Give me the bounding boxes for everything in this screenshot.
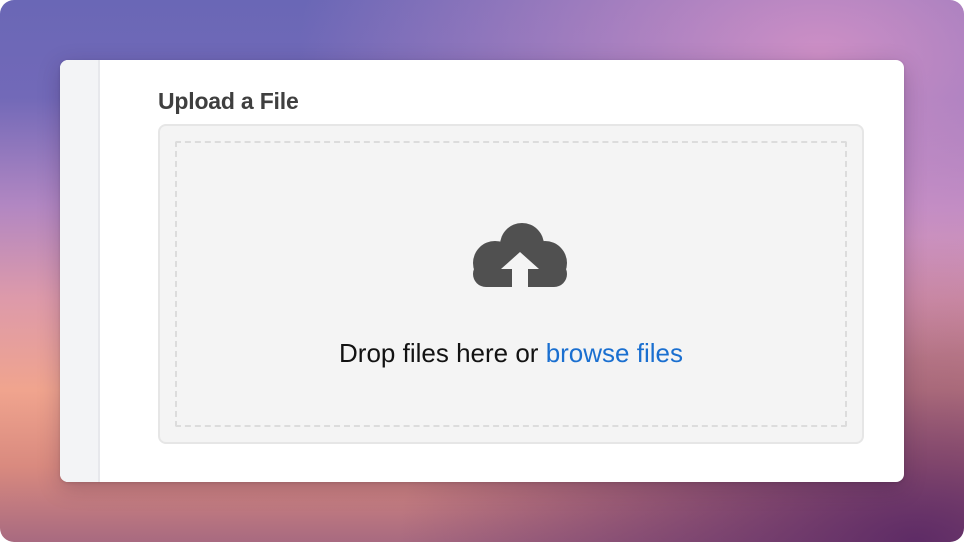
drop-instructions: Drop files here or browse files <box>177 337 845 369</box>
dropzone-dashed-border: Drop files here or browse files <box>175 141 847 427</box>
sidebar <box>60 60 100 482</box>
upload-title: Upload a File <box>158 88 299 114</box>
drop-text: Drop files here or <box>339 338 539 368</box>
cloud-upload-icon <box>473 223 567 291</box>
browse-files-link[interactable]: browse files <box>546 338 683 368</box>
upload-window: Upload a File Drop files here or browse … <box>60 60 904 482</box>
upload-panel: Upload a File Drop files here or browse … <box>158 86 864 444</box>
file-dropzone[interactable]: Drop files here or browse files <box>158 124 864 444</box>
desktop-wallpaper: Upload a File Drop files here or browse … <box>0 0 964 542</box>
